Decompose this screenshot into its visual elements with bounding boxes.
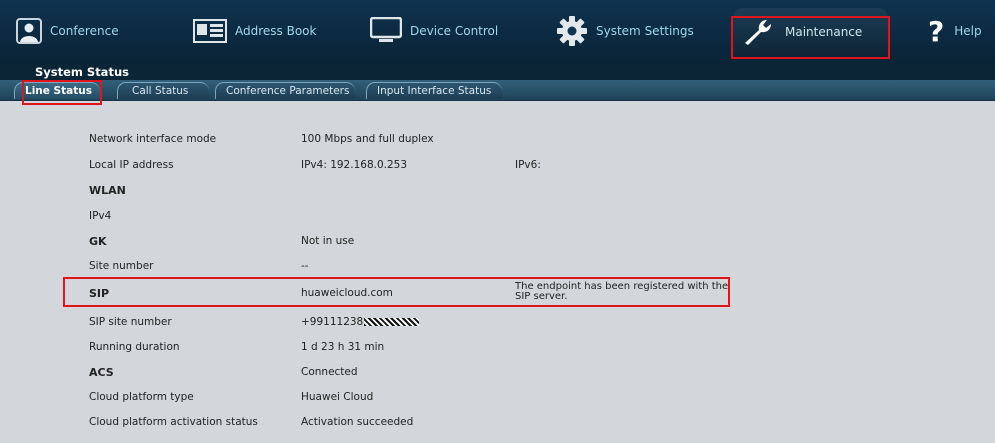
redacted-mask [364, 318, 420, 326]
monitor-icon [370, 17, 402, 42]
row-extra: IPv6: [515, 159, 541, 171]
gear-icon [557, 16, 587, 46]
row-value: 1 d 23 h 31 min [301, 341, 385, 353]
row-value: Activation succeeded [301, 416, 414, 428]
tab-bar: Line Status Call Status Conference Param… [0, 80, 995, 101]
row-value: IPv4: 192.168.0.253 [301, 159, 408, 171]
row-label: WLAN [89, 184, 126, 197]
tab-call-status-label: Call Status [132, 85, 189, 97]
nav-system-settings-label: System Settings [596, 24, 694, 38]
nav-device-control[interactable]: Device Control [370, 10, 498, 52]
row-label: Local IP address [89, 159, 174, 171]
sip-site-number-text: +99111238 [301, 316, 364, 328]
section-header: System Status [0, 64, 995, 80]
row-value: -- [301, 260, 309, 272]
row-label: ACS [89, 366, 114, 379]
row-label: IPv4 [89, 210, 112, 222]
row-value: Huawei Cloud [301, 391, 374, 403]
row-label: Site number [89, 260, 154, 272]
section-title: System Status [35, 65, 129, 79]
row-value: 100 Mbps and full duplex [301, 133, 434, 145]
row-label: SIP site number [89, 316, 172, 328]
row-label: Network interface mode [89, 133, 217, 145]
maintenance-highlight-box [731, 16, 890, 59]
nav-system-settings[interactable]: System Settings [556, 10, 694, 52]
nav-address-book[interactable]: Address Book [193, 10, 316, 52]
tab-input-interface-status-label: Input Interface Status [377, 85, 492, 97]
row-value: Not in use [301, 235, 355, 247]
row-value: +99111238 [301, 316, 420, 328]
row-label: Cloud platform type [89, 391, 194, 403]
line-status-highlight-box [22, 80, 102, 105]
nav-conference[interactable]: Conference [14, 10, 119, 52]
nav-help-label: Help [954, 24, 982, 38]
row-value: Connected [301, 366, 358, 378]
conference-icon [16, 18, 42, 44]
row-label: Cloud platform activation status [89, 416, 258, 428]
address-book-icon [193, 19, 227, 43]
nav-conference-label: Conference [50, 24, 119, 38]
nav-help[interactable]: ? Help [928, 10, 982, 52]
row-label: Running duration [89, 341, 180, 353]
nav-device-control-label: Device Control [410, 24, 499, 38]
tab-conference-parameters-label: Conference Parameters [226, 85, 350, 97]
row-label: GK [89, 235, 107, 248]
tab-call-status[interactable]: Call Status [117, 82, 209, 99]
tab-input-interface-status[interactable]: Input Interface Status [366, 82, 502, 99]
sip-row-highlight-box [63, 277, 730, 307]
nav-address-book-label: Address Book [235, 24, 317, 38]
tab-conference-parameters[interactable]: Conference Parameters [215, 82, 355, 99]
help-icon: ? [928, 14, 945, 48]
